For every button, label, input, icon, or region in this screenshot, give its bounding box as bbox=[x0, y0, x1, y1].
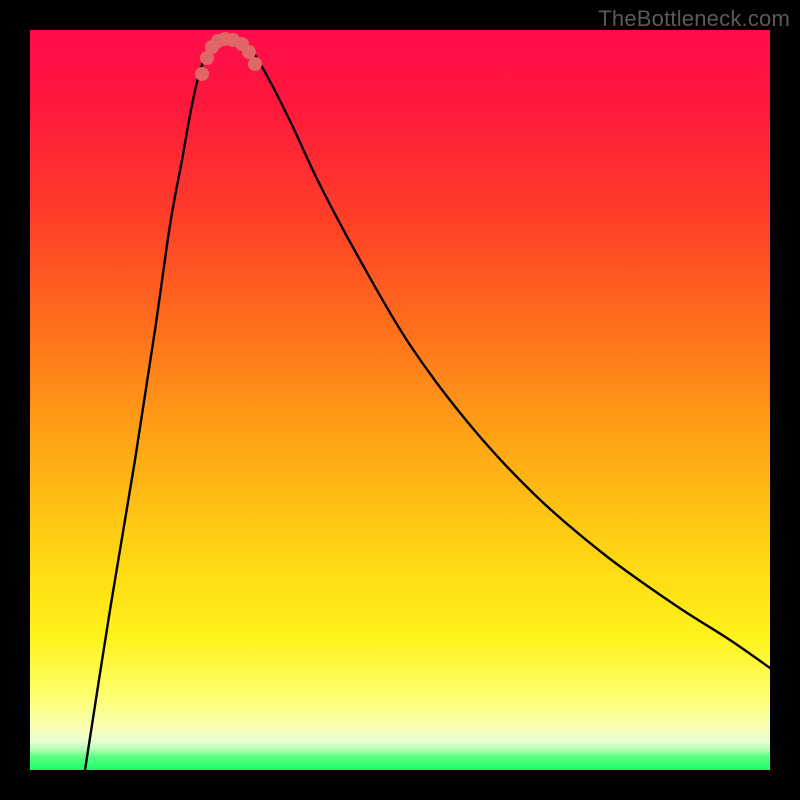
valley-dots bbox=[195, 32, 262, 81]
curve-left-branch bbox=[85, 39, 220, 770]
watermark-text: TheBottleneck.com bbox=[598, 6, 790, 32]
plot-area bbox=[30, 30, 770, 770]
chart-frame: TheBottleneck.com bbox=[0, 0, 800, 800]
curves-layer bbox=[30, 30, 770, 770]
curve-right-branch bbox=[242, 39, 770, 668]
valley-dot bbox=[195, 67, 209, 81]
valley-dot bbox=[248, 57, 262, 71]
valley-dot bbox=[242, 45, 256, 59]
